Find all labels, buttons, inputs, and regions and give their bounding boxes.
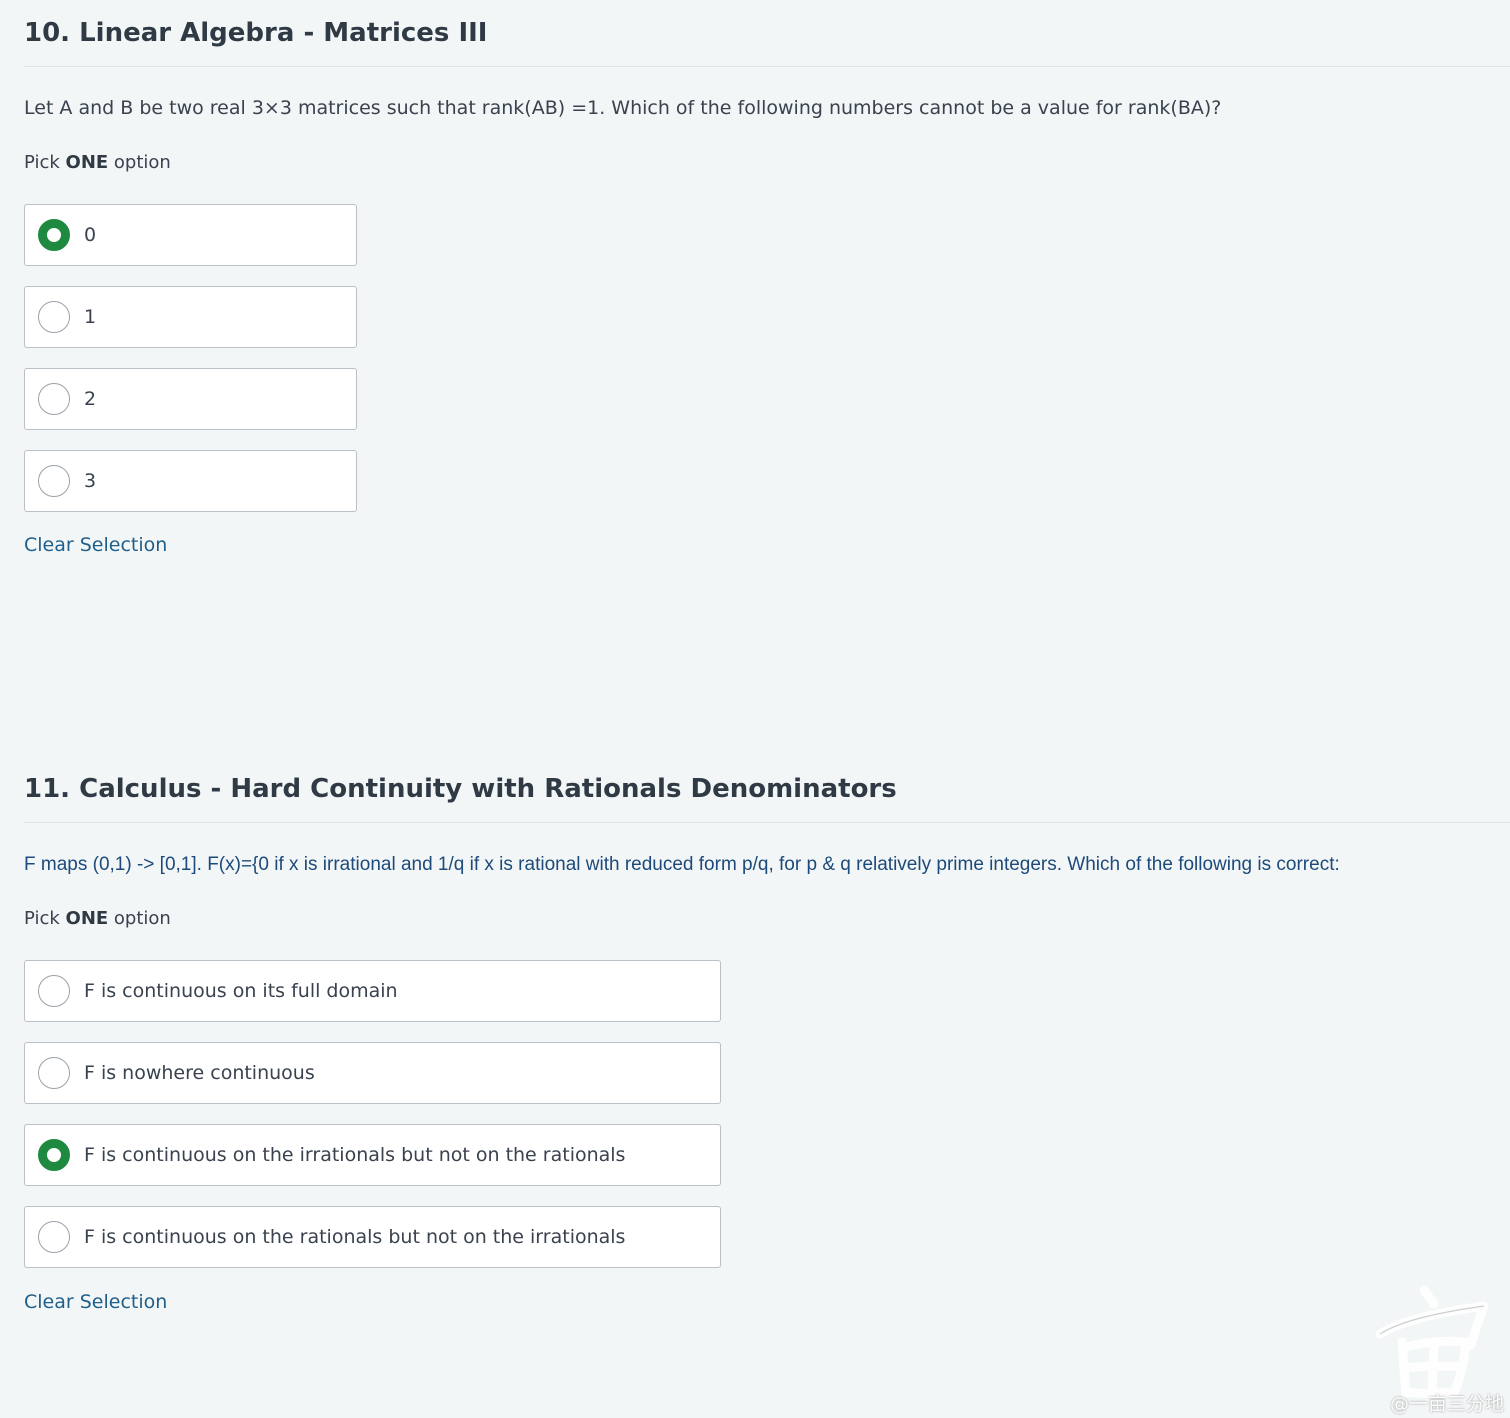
pick-prefix: Pick — [24, 152, 66, 173]
option-label: 2 — [84, 388, 97, 410]
radio-button[interactable] — [38, 219, 70, 251]
pick-instruction: Pick ONE option — [24, 150, 171, 176]
options-list: 0 1 2 3 — [24, 204, 357, 532]
option-label: 0 — [84, 224, 97, 246]
option-label: 3 — [84, 470, 97, 492]
question-title: 11. Calculus - Hard Continuity with Rati… — [24, 774, 897, 804]
option-3[interactable]: F is continuous on the rationals but not… — [24, 1206, 721, 1268]
option-label: F is continuous on its full domain — [84, 980, 398, 1002]
option-1[interactable]: F is nowhere continuous — [24, 1042, 721, 1104]
options-list: F is continuous on its full domain F is … — [24, 960, 721, 1288]
option-2[interactable]: F is continuous on the irrationals but n… — [24, 1124, 721, 1186]
option-3[interactable]: 3 — [24, 450, 357, 512]
option-0[interactable]: F is continuous on its full domain — [24, 960, 721, 1022]
radio-button[interactable] — [38, 1057, 70, 1089]
option-0[interactable]: 0 — [24, 204, 357, 266]
divider — [24, 66, 1510, 67]
question-prompt: F maps (0,1) -> [0,1]. F(x)={0 if x is i… — [24, 854, 1340, 875]
option-label: F is continuous on the rationals but not… — [84, 1226, 626, 1248]
radio-button[interactable] — [38, 383, 70, 415]
pick-emphasis: ONE — [65, 152, 109, 173]
pick-emphasis: ONE — [65, 908, 109, 929]
question-title: 10. Linear Algebra - Matrices III — [24, 18, 488, 48]
radio-button[interactable] — [38, 1139, 70, 1171]
pick-suffix: option — [108, 908, 171, 929]
pick-prefix: Pick — [24, 908, 66, 929]
watermark-text: @一亩三分地 — [1389, 1393, 1504, 1415]
option-label: F is nowhere continuous — [84, 1062, 315, 1084]
clear-selection-link[interactable]: Clear Selection — [24, 532, 167, 558]
radio-button[interactable] — [38, 301, 70, 333]
radio-button[interactable] — [38, 975, 70, 1007]
option-label: F is continuous on the irrationals but n… — [84, 1144, 626, 1166]
option-2[interactable]: 2 — [24, 368, 357, 430]
radio-button[interactable] — [38, 465, 70, 497]
option-label: 1 — [84, 306, 97, 328]
divider — [24, 822, 1510, 823]
radio-button[interactable] — [38, 1221, 70, 1253]
option-1[interactable]: 1 — [24, 286, 357, 348]
clear-selection-link[interactable]: Clear Selection — [24, 1289, 167, 1315]
pick-suffix: option — [108, 152, 171, 173]
pick-instruction: Pick ONE option — [24, 906, 171, 932]
question-prompt: Let A and B be two real 3×3 matrices suc… — [24, 97, 1222, 119]
